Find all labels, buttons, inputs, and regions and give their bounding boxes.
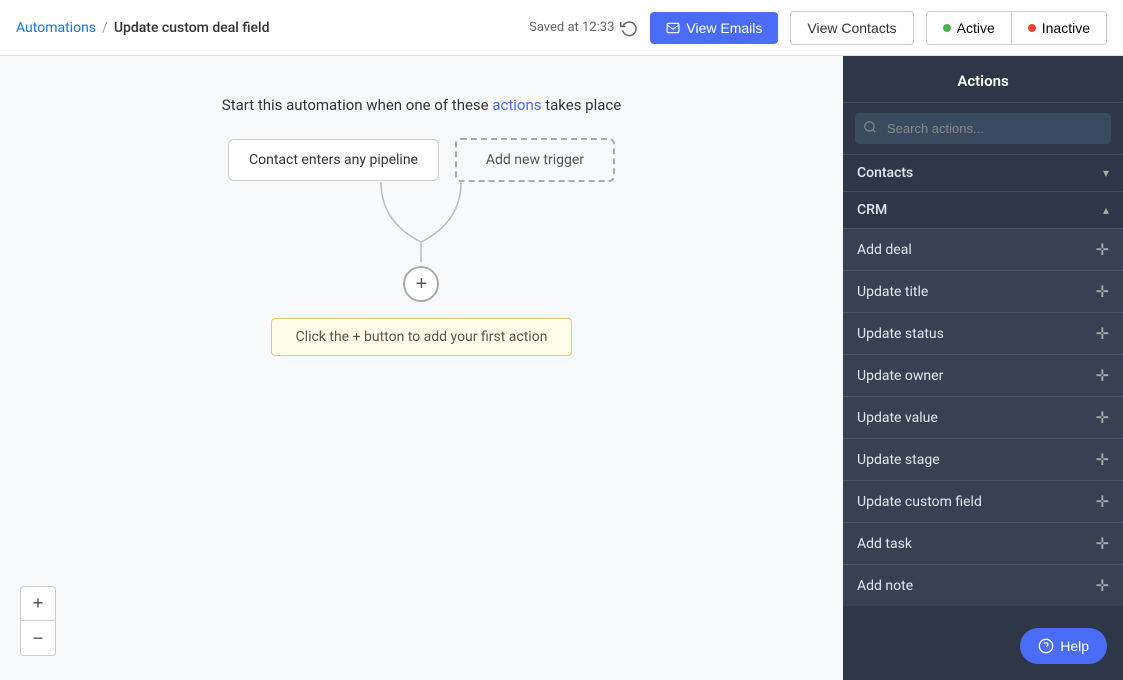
zoom-out-button[interactable]: − bbox=[21, 621, 55, 655]
automation-text-after: takes place bbox=[542, 96, 622, 114]
drag-handle-icon: ✛ bbox=[1096, 492, 1109, 511]
trigger-box-new[interactable]: Add new trigger bbox=[455, 138, 615, 182]
action-item-update-custom-field[interactable]: Update custom field ✛ bbox=[843, 480, 1123, 522]
action-update-stage-label: Update stage bbox=[857, 452, 940, 468]
action-item-add-note[interactable]: Add note ✛ bbox=[843, 564, 1123, 606]
drag-handle-icon: ✛ bbox=[1096, 282, 1109, 301]
view-emails-label: View Emails bbox=[686, 20, 762, 36]
action-update-custom-field-label: Update custom field bbox=[857, 494, 982, 510]
action-item-add-deal[interactable]: Add deal ✛ bbox=[843, 228, 1123, 270]
plus-icon: + bbox=[416, 273, 428, 296]
help-button[interactable]: Help bbox=[1020, 628, 1107, 664]
inactive-label: Inactive bbox=[1042, 20, 1090, 36]
zoom-controls: + − bbox=[20, 586, 56, 656]
saved-info: Saved at 12:33 bbox=[529, 19, 638, 37]
chevron-up-icon: ▴ bbox=[1103, 203, 1109, 217]
trigger-box-existing-label: Contact enters any pipeline bbox=[249, 152, 418, 168]
trigger-box-new-label: Add new trigger bbox=[486, 152, 584, 168]
saved-label: Saved at 12:33 bbox=[529, 20, 614, 35]
inactive-dot bbox=[1028, 24, 1036, 32]
breadcrumb-current-page: Update custom deal field bbox=[114, 20, 270, 36]
help-label: Help bbox=[1060, 638, 1089, 654]
connector-lines bbox=[321, 182, 521, 262]
status-inactive-button[interactable]: Inactive bbox=[1012, 12, 1106, 44]
drag-handle-icon: ✛ bbox=[1096, 366, 1109, 385]
action-update-status-label: Update status bbox=[857, 326, 944, 342]
status-toggle-group: Active Inactive bbox=[926, 11, 1107, 45]
drag-handle-icon: ✛ bbox=[1096, 534, 1109, 553]
status-active-button[interactable]: Active bbox=[927, 12, 1012, 44]
action-update-value-label: Update value bbox=[857, 410, 938, 426]
action-add-deal-label: Add deal bbox=[857, 242, 912, 258]
breadcrumb-separator: / bbox=[102, 20, 108, 36]
drag-handle-icon: ✛ bbox=[1096, 450, 1109, 469]
active-dot bbox=[943, 24, 951, 32]
automation-text-before: Start this automation when one of these bbox=[222, 96, 493, 114]
action-add-note-label: Add note bbox=[857, 578, 913, 594]
search-actions-input[interactable] bbox=[855, 113, 1111, 144]
section-contacts[interactable]: Contacts ▾ bbox=[843, 154, 1123, 191]
chevron-down-icon: ▾ bbox=[1103, 166, 1109, 180]
action-item-update-title[interactable]: Update title ✛ bbox=[843, 270, 1123, 312]
view-contacts-button[interactable]: View Contacts bbox=[790, 11, 913, 45]
hint-box: Click the + button to add your first act… bbox=[271, 318, 573, 356]
trigger-box-existing[interactable]: Contact enters any pipeline bbox=[228, 139, 439, 181]
section-crm[interactable]: CRM ▴ bbox=[843, 191, 1123, 228]
breadcrumb-automations-link[interactable]: Automations bbox=[16, 20, 96, 36]
search-box bbox=[855, 113, 1111, 144]
action-item-update-status[interactable]: Update status ✛ bbox=[843, 312, 1123, 354]
drag-handle-icon: ✛ bbox=[1096, 324, 1109, 343]
view-contacts-label: View Contacts bbox=[807, 20, 896, 36]
history-icon[interactable] bbox=[620, 19, 638, 37]
triggers-row: Contact enters any pipeline Add new trig… bbox=[228, 138, 615, 182]
drag-handle-icon: ✛ bbox=[1096, 408, 1109, 427]
add-action-button[interactable]: + bbox=[403, 266, 439, 302]
view-emails-button[interactable]: View Emails bbox=[650, 12, 778, 44]
main-layout: Start this automation when one of these … bbox=[0, 56, 1123, 680]
action-item-update-stage[interactable]: Update stage ✛ bbox=[843, 438, 1123, 480]
action-item-update-value[interactable]: Update value ✛ bbox=[843, 396, 1123, 438]
drag-handle-icon: ✛ bbox=[1096, 240, 1109, 259]
canvas-content: Start this automation when one of these … bbox=[0, 56, 843, 356]
actions-sidebar: Actions Contacts ▾ CRM ▴ Add deal ✛ Upda… bbox=[843, 56, 1123, 680]
zoom-in-button[interactable]: + bbox=[21, 587, 55, 621]
breadcrumb: Automations / Update custom deal field bbox=[16, 20, 269, 36]
hint-text: Click the + button to add your first act… bbox=[296, 329, 548, 345]
action-item-add-task[interactable]: Add task ✛ bbox=[843, 522, 1123, 564]
header: Automations / Update custom deal field S… bbox=[0, 0, 1123, 56]
email-icon bbox=[666, 21, 680, 35]
action-item-update-owner[interactable]: Update owner ✛ bbox=[843, 354, 1123, 396]
automation-description: Start this automation when one of these … bbox=[222, 96, 621, 114]
automation-text-highlight: actions bbox=[492, 96, 541, 114]
search-icon bbox=[863, 120, 877, 138]
automation-canvas[interactable]: Start this automation when one of these … bbox=[0, 56, 843, 680]
connector-area: + Click the + button to add your first a… bbox=[271, 182, 573, 356]
section-contacts-label: Contacts bbox=[857, 165, 913, 181]
actions-sidebar-title: Actions bbox=[843, 56, 1123, 103]
action-update-owner-label: Update owner bbox=[857, 368, 943, 384]
action-update-title-label: Update title bbox=[857, 284, 928, 300]
drag-handle-icon: ✛ bbox=[1096, 576, 1109, 595]
section-crm-label: CRM bbox=[857, 202, 887, 218]
action-add-task-label: Add task bbox=[857, 536, 912, 552]
help-icon bbox=[1038, 638, 1054, 654]
active-label: Active bbox=[957, 20, 995, 36]
